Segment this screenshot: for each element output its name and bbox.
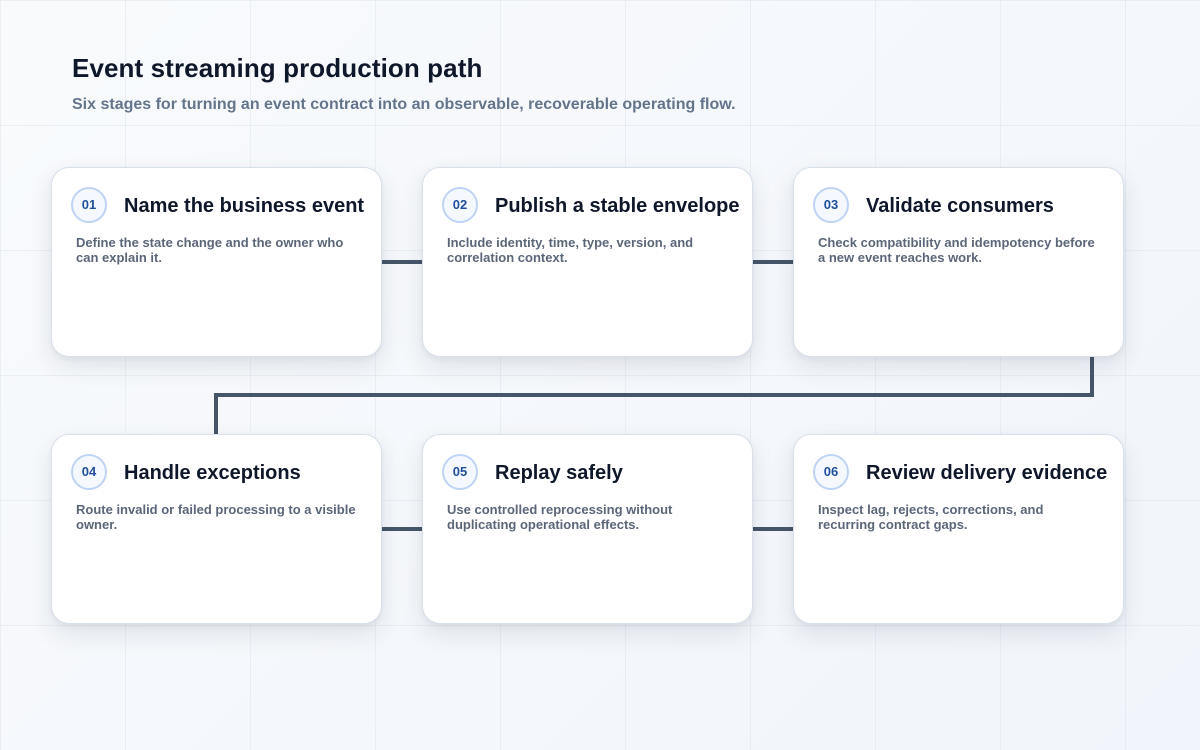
stage-number-badge: 04 <box>71 454 107 490</box>
stage-description: Check compatibility and idempotency befo… <box>818 235 1095 265</box>
connector-03-to-04 <box>214 356 1094 435</box>
stage-number-badge: 06 <box>813 454 849 490</box>
stage-title: Publish a stable envelope <box>495 195 740 217</box>
stage-description: Route invalid or failed processing to a … <box>76 502 356 532</box>
stage-title: Validate consumers <box>866 195 1054 217</box>
stage-card-04: 04 Handle exceptions Route invalid or fa… <box>51 434 382 624</box>
stage-number-badge: 05 <box>442 454 478 490</box>
stage-card-05: 05 Replay safely Use controlled reproces… <box>422 434 753 624</box>
stage-title: Review delivery evidence <box>866 462 1108 484</box>
stage-card-01: 01 Name the business event Define the st… <box>51 167 382 357</box>
stage-description: Use controlled reprocessing without dupl… <box>447 502 673 532</box>
stage-title: Handle exceptions <box>124 462 301 484</box>
stage-number-badge: 02 <box>442 187 478 223</box>
stage-connectors <box>214 260 1094 531</box>
stage-card-02: 02 Publish a stable envelope Include ide… <box>422 167 753 357</box>
stage-title: Replay safely <box>495 462 623 484</box>
stage-description: Inspect lag, rejects, corrections, and r… <box>818 502 1044 532</box>
stage-description: Define the state change and the owner wh… <box>76 235 344 265</box>
stage-number-badge: 01 <box>71 187 107 223</box>
stage-number-badge: 03 <box>813 187 849 223</box>
stage-description: Include identity, time, type, version, a… <box>447 235 694 265</box>
stage-title: Name the business event <box>124 195 365 217</box>
stage-card-06: 06 Review delivery evidence Inspect lag,… <box>793 434 1124 624</box>
stage-card-03: 03 Validate consumers Check compatibilit… <box>793 167 1124 357</box>
